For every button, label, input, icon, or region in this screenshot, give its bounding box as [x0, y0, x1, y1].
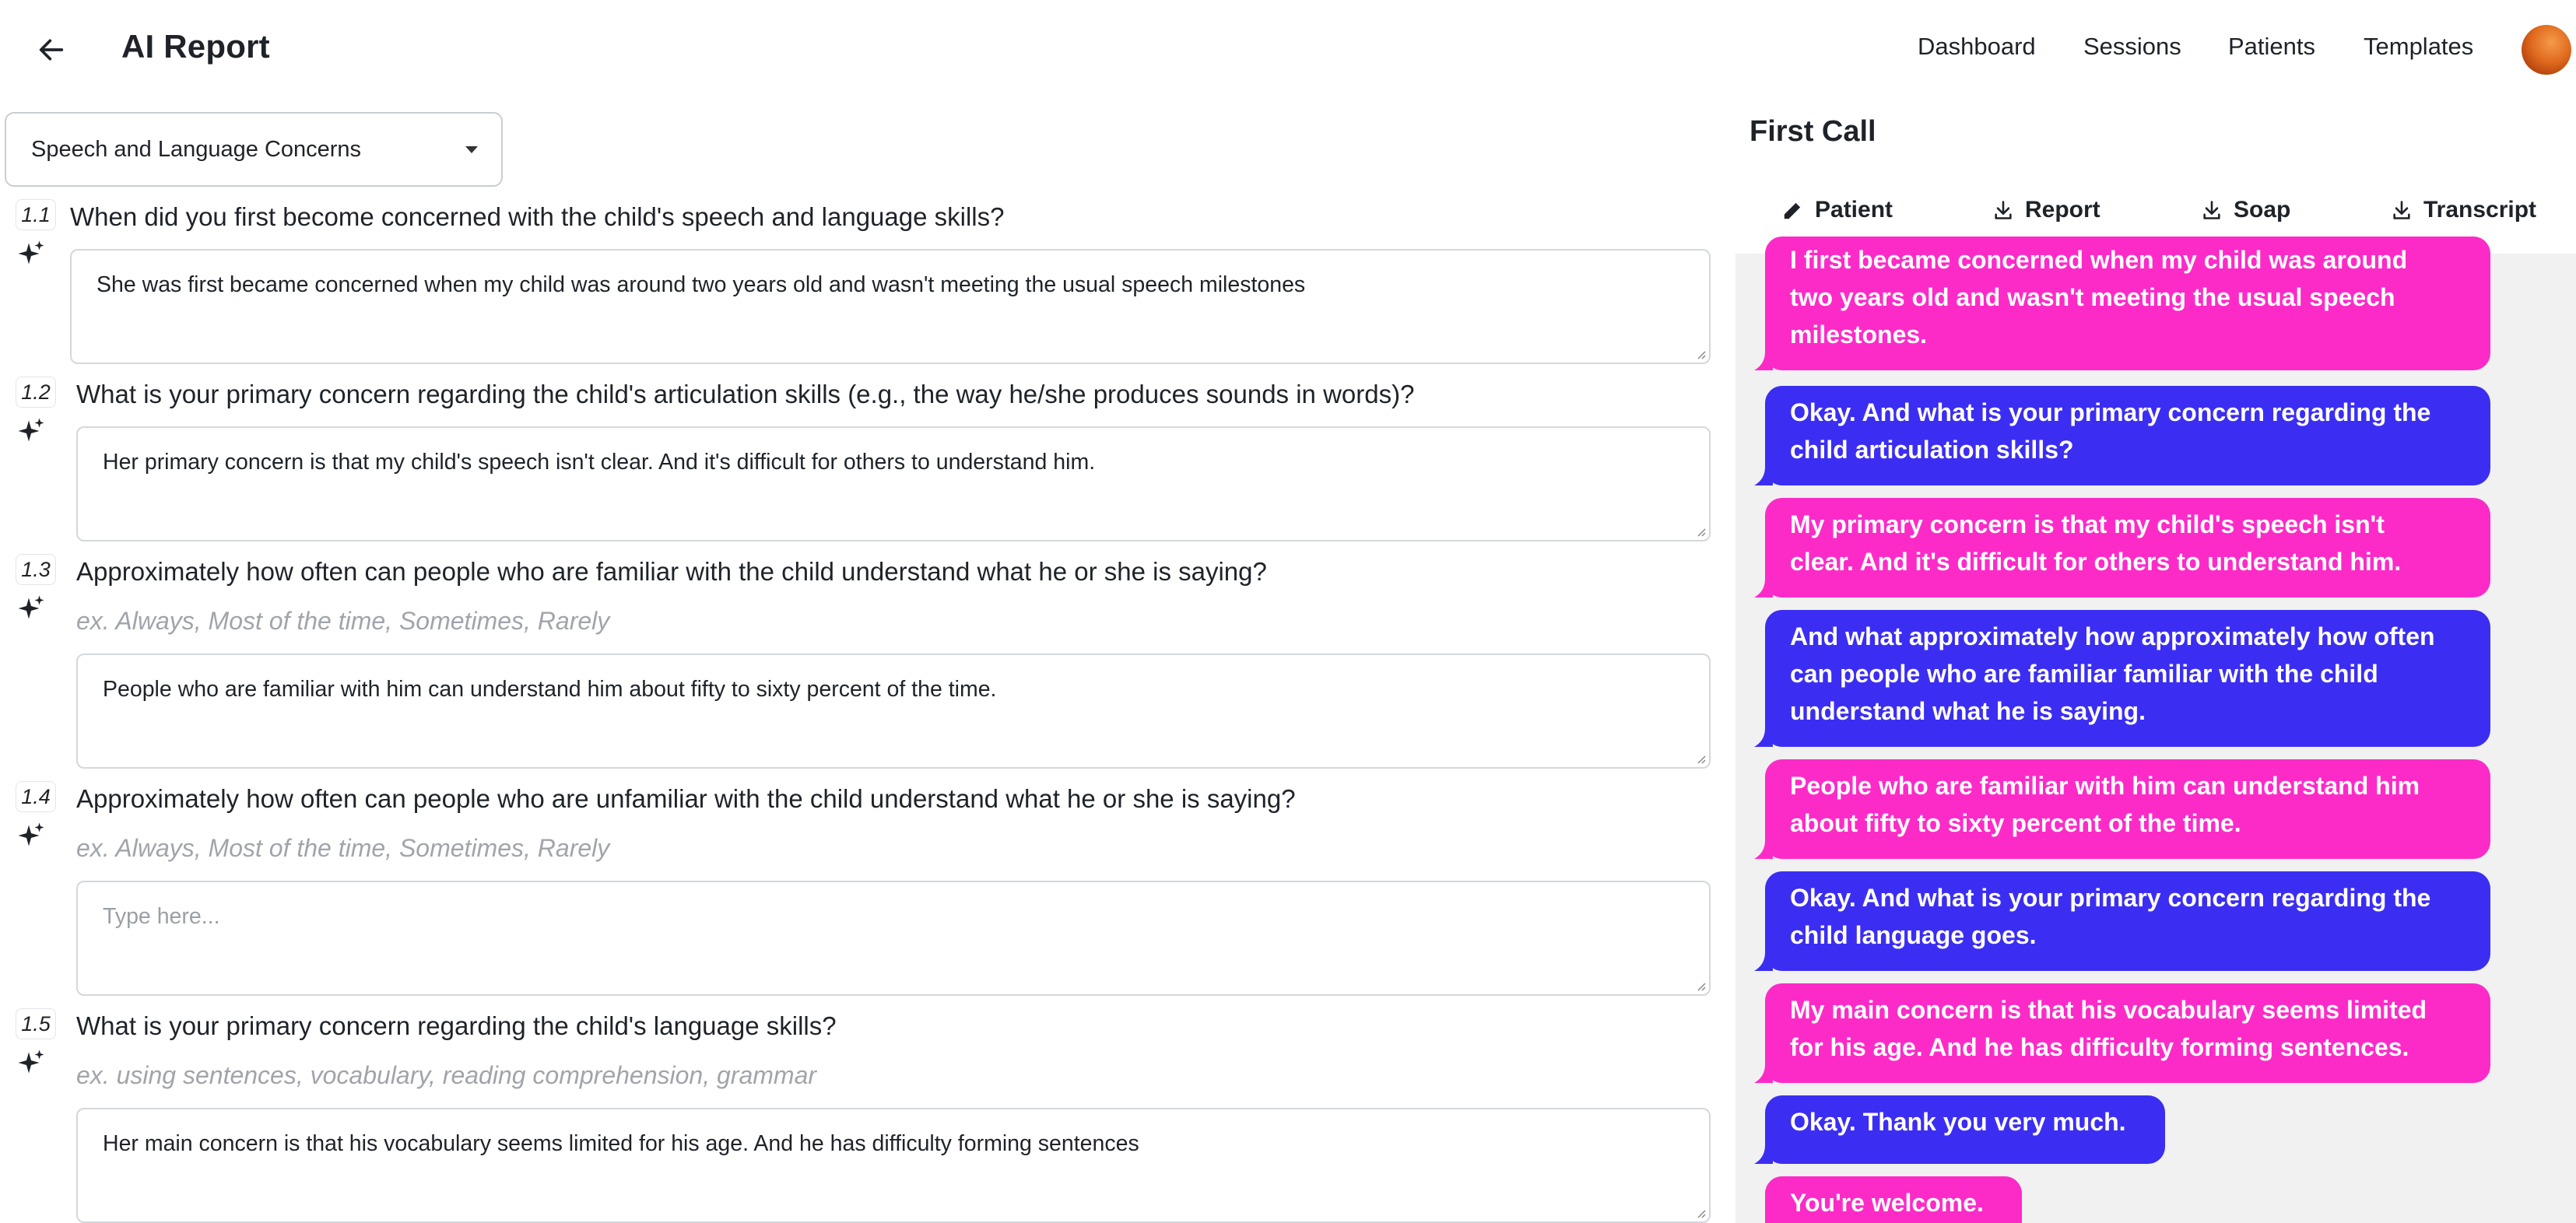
- question-number: 1.3: [16, 554, 56, 585]
- chat-bubble-clinician: And what approximately how approximately…: [1754, 610, 2490, 747]
- sparkle-icon[interactable]: [17, 1049, 45, 1077]
- call-panel-header: First Call Patient Report Soap Transcrip…: [1735, 100, 2576, 254]
- bubble-tail: [1754, 728, 1773, 747]
- resize-grip-icon[interactable]: [1693, 1206, 1706, 1218]
- question-hint: ex. using sentences, vocabulary, reading…: [76, 1061, 817, 1089]
- chat-line: I first became concerned when my child w…: [1790, 246, 2408, 274]
- question-text: When did you first become concerned with…: [70, 202, 1005, 231]
- chat-bubble-caregiver: My main concern is that his vocabulary s…: [1754, 983, 2490, 1083]
- pencil-icon: [1784, 202, 1801, 219]
- question-hint: ex. Always, Most of the time, Sometimes,…: [76, 607, 610, 635]
- chat-line: Okay. And what is your primary concern r…: [1790, 884, 2431, 912]
- answer-field[interactable]: She was first became concerned when my c…: [70, 249, 1711, 364]
- question-text: Approximately how often can people who a…: [76, 784, 1296, 813]
- answer-field[interactable]: People who are familiar with him can und…: [76, 654, 1711, 769]
- answer-text: Her main concern is that his vocabulary …: [103, 1131, 1139, 1156]
- question-text: What is your primary concern regarding t…: [76, 380, 1415, 408]
- transcript-chat: I first became concerned when my child w…: [1735, 237, 2576, 1223]
- chat-bubble-caregiver: My primary concern is that my child's sp…: [1754, 498, 2490, 597]
- sparkle-icon[interactable]: [17, 594, 45, 622]
- top-header: AI Report Dashboard Sessions Patients Te…: [0, 0, 2576, 100]
- avatar[interactable]: [2522, 25, 2571, 75]
- question-text: Approximately how often can people who a…: [76, 557, 1267, 586]
- sparkle-icon[interactable]: [17, 240, 45, 268]
- chat-line: for his age. And he has difficulty formi…: [1790, 1033, 2409, 1061]
- page-title: AI Report: [121, 28, 270, 65]
- nav-templates[interactable]: Templates: [2364, 33, 2473, 61]
- chat-line: milestones.: [1790, 321, 1928, 349]
- answer-text: Her primary concern is that my child's s…: [103, 450, 1096, 475]
- answer-text: People who are familiar with him can und…: [103, 677, 997, 702]
- bubble-tail: [1754, 579, 1773, 597]
- patient-button[interactable]: Patient: [1782, 191, 1893, 229]
- chat-bubble-caregiver: I first became concerned when my child w…: [1754, 237, 2490, 370]
- question-hint: ex. Always, Most of the time, Sometimes,…: [76, 834, 610, 862]
- chat-bubble-clinician: Okay. And what is your primary concern r…: [1754, 386, 2490, 485]
- bubble-tail: [1754, 467, 1773, 485]
- chat-line: Okay. And what is your primary concern r…: [1790, 398, 2431, 426]
- nav-sessions[interactable]: Sessions: [2083, 33, 2181, 61]
- answer-field[interactable]: Her primary concern is that my child's s…: [76, 426, 1711, 541]
- chat-line: understand what he is saying.: [1790, 697, 2146, 725]
- answer-field[interactable]: Her main concern is that his vocabulary …: [76, 1108, 1711, 1223]
- chat-line: You're welcome.: [1790, 1189, 1984, 1217]
- chat-line: can people who are familiar familiar wit…: [1790, 660, 2378, 688]
- question-number: 1.5: [16, 1008, 56, 1039]
- sparkle-icon[interactable]: [17, 417, 45, 445]
- chat-line: People who are familiar with him can und…: [1790, 772, 2420, 800]
- back-button[interactable]: [28, 26, 75, 73]
- caret-down-icon: [465, 146, 478, 153]
- chat-line: Okay. Thank you very much.: [1790, 1108, 2126, 1136]
- answer-placeholder: Type here...: [103, 904, 220, 929]
- chat-line: clear. And it's difficult for others to …: [1790, 548, 2402, 576]
- chat-line: two years old and wasn't meeting the usu…: [1790, 283, 2395, 311]
- chat-line: And what approximately how approximately…: [1790, 622, 2435, 650]
- question-number: 1.4: [16, 781, 56, 812]
- chat-line: about fifty to sixty percent of the time…: [1790, 809, 2241, 837]
- section-select[interactable]: Speech and Language Concerns: [5, 112, 503, 187]
- chat-line: child articulation skills?: [1790, 436, 2074, 464]
- section-select-value: Speech and Language Concerns: [31, 136, 362, 162]
- answer-field[interactable]: Type here...: [76, 881, 1711, 996]
- nav-patients[interactable]: Patients: [2228, 33, 2315, 61]
- question-text: What is your primary concern regarding t…: [76, 1011, 837, 1040]
- download-icon: [2393, 201, 2410, 219]
- report-button[interactable]: Report: [1992, 191, 2100, 229]
- soap-button[interactable]: Soap: [2201, 191, 2290, 229]
- bubble-tail: [1754, 840, 1773, 859]
- report-button-label: Report: [2025, 197, 2100, 223]
- bubble-tail: [1754, 952, 1773, 971]
- chat-line: child language goes.: [1790, 921, 2037, 949]
- patient-button-label: Patient: [1815, 197, 1893, 223]
- resize-grip-icon[interactable]: [1693, 524, 1706, 537]
- arrow-left-icon: [39, 39, 64, 61]
- transcript-button-label: Transcript: [2423, 197, 2537, 223]
- resize-grip-icon[interactable]: [1693, 752, 1706, 764]
- download-icon: [2203, 201, 2220, 219]
- transcript-button[interactable]: Transcript: [2391, 191, 2536, 229]
- question-number: 1.2: [16, 377, 56, 408]
- chat-bubble-caregiver: You're welcome.: [1765, 1176, 2022, 1223]
- nav-dashboard[interactable]: Dashboard: [1918, 33, 2036, 61]
- question-number: 1.1: [16, 199, 56, 230]
- call-title: First Call: [1750, 115, 1876, 148]
- chat-bubble-clinician: Okay. Thank you very much.: [1754, 1095, 2165, 1164]
- bubble-tail: [1754, 1145, 1773, 1164]
- chat-line: My main concern is that his vocabulary s…: [1790, 996, 2427, 1024]
- download-icon: [1995, 201, 2012, 219]
- bubble-tail: [1754, 1064, 1773, 1083]
- bubble-tail: [1754, 352, 1773, 370]
- questionnaire-panel: Speech and Language Concerns 1.1 When di…: [0, 100, 1735, 1223]
- sparkle-icon[interactable]: [17, 822, 45, 850]
- resize-grip-icon[interactable]: [1693, 979, 1706, 991]
- chat-bubble-caregiver: People who are familiar with him can und…: [1754, 759, 2490, 859]
- chat-bubble-clinician: Okay. And what is your primary concern r…: [1754, 871, 2490, 971]
- soap-button-label: Soap: [2234, 197, 2291, 223]
- resize-grip-icon[interactable]: [1693, 347, 1706, 359]
- call-panel: First Call Patient Report Soap Transcrip…: [1735, 100, 2576, 1223]
- chat-line: My primary concern is that my child's sp…: [1790, 510, 2385, 538]
- answer-text: She was first became concerned when my c…: [97, 272, 1306, 297]
